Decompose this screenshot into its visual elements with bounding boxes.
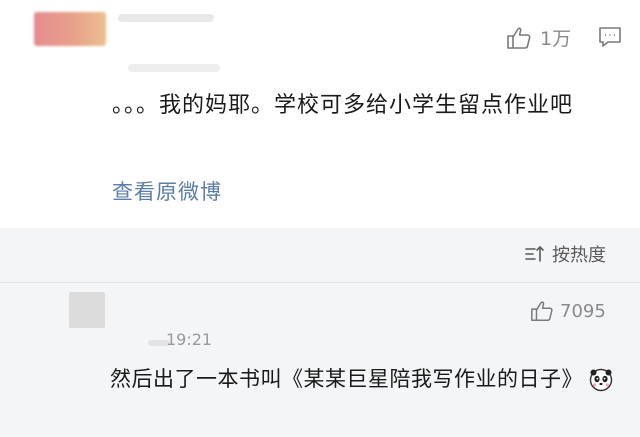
post-author-avatar[interactable] [34,12,106,46]
comment-icon[interactable] [598,26,622,48]
thumbs-up-icon [530,299,554,323]
post-like-count: 1万 [540,28,572,50]
view-original-link[interactable]: 查看原微博 [112,176,222,206]
sort-by-hot-button[interactable]: 按热度 [524,241,606,267]
post-like-button[interactable]: 1万 [506,24,571,51]
sort-label: 按热度 [552,245,606,266]
reply-text: 然后出了一本书叫《某某巨星陪我写作业的日子》 [110,367,583,391]
thumbs-up-icon [506,25,532,51]
post-meta [128,64,220,72]
section-divider [0,282,640,283]
reply-like-button[interactable]: 7095 [530,299,606,323]
post-author-name[interactable] [118,14,214,22]
reply-text-block: 然后出了一本书叫《某某巨星陪我写作业的日子》 [110,360,630,398]
reply-time: 19:21 [166,330,213,349]
post-text: 。。。我的妈耶。学校可多给小学生留点作业吧 [112,93,574,118]
sort-icon [524,245,546,263]
panda-face-icon [589,368,613,392]
reply-like-count: 7095 [560,300,606,322]
reply-author-avatar[interactable] [69,292,105,328]
